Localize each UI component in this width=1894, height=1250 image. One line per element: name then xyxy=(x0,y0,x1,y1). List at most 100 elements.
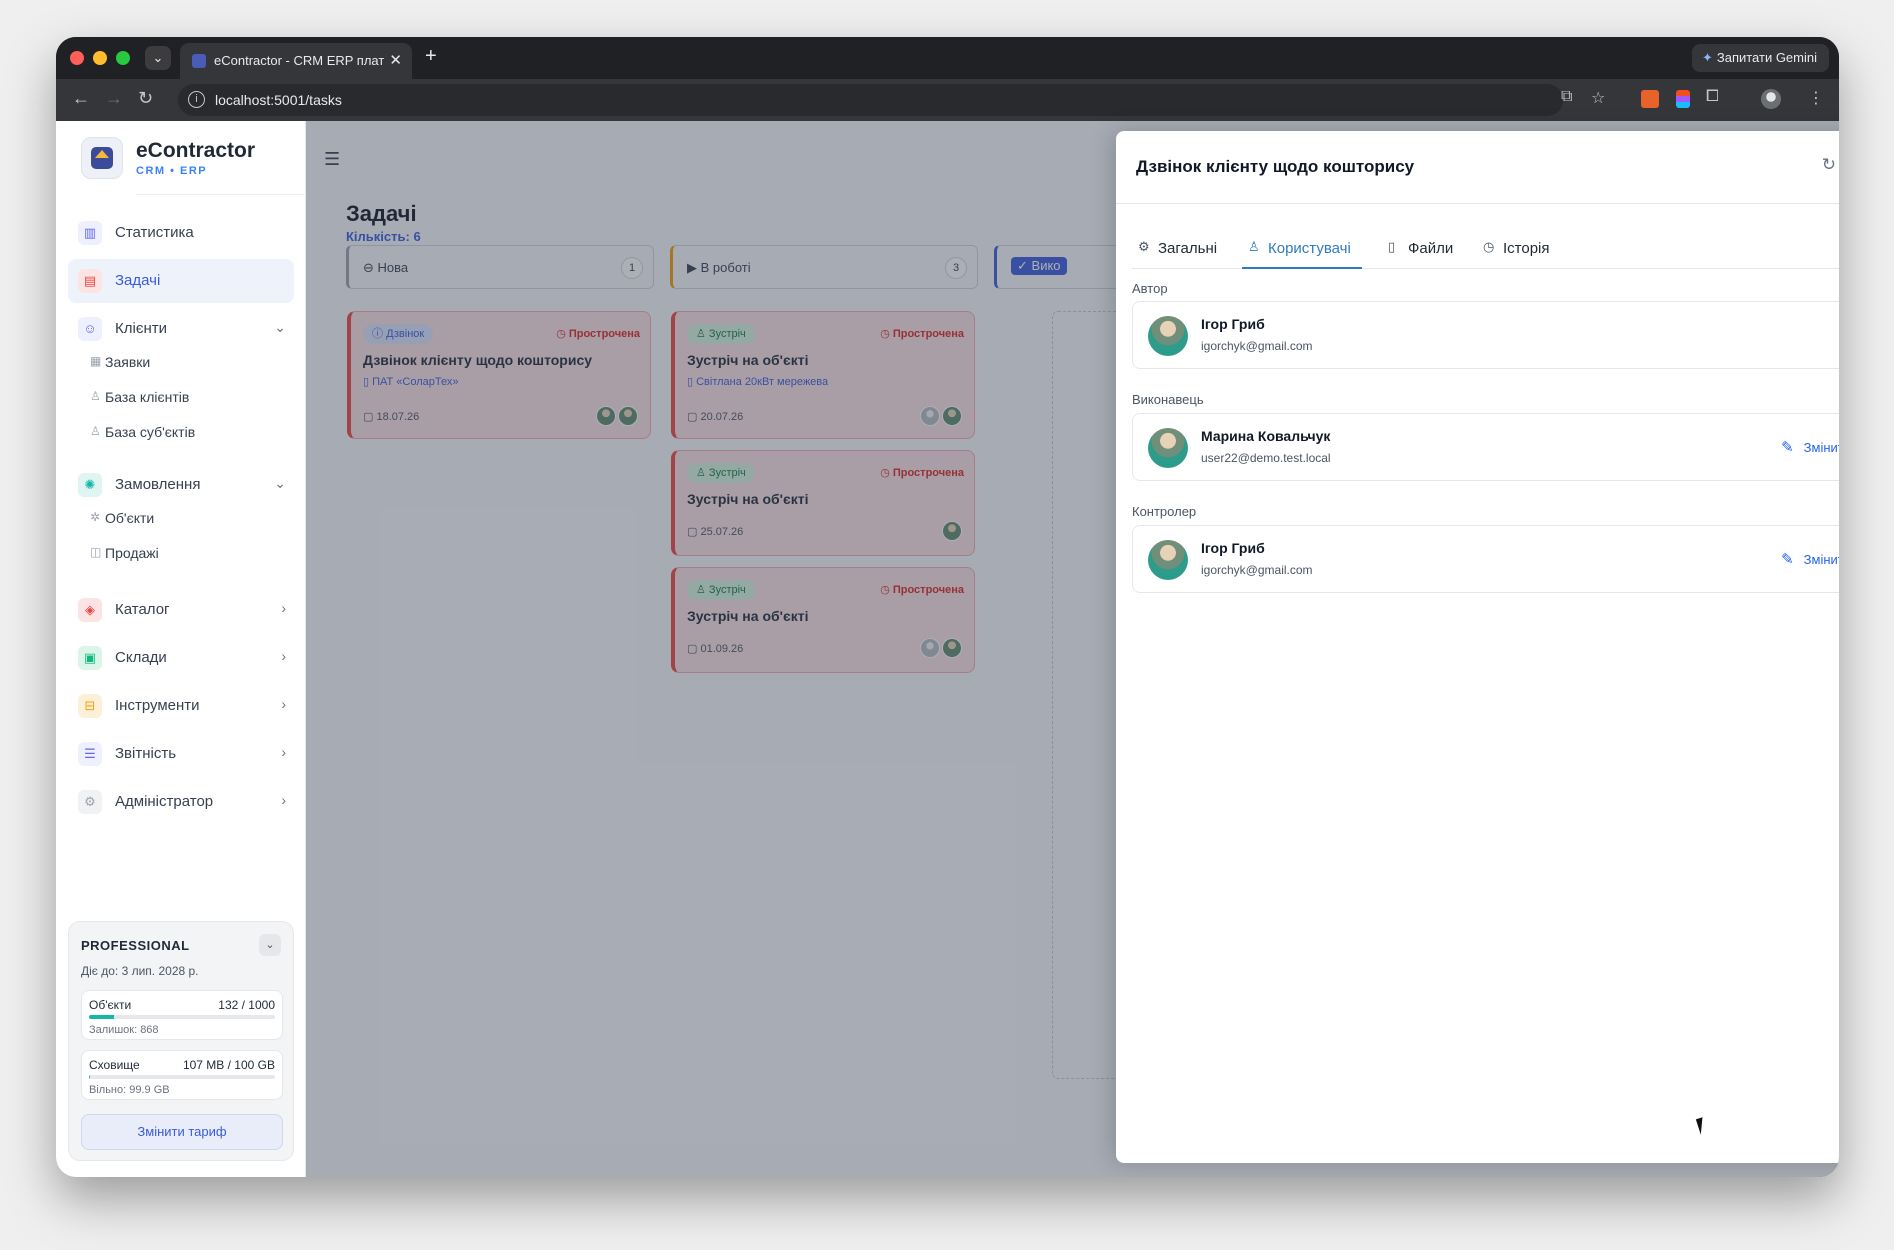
browser-window: ⌄ eContractor - CRM ERP плат… ✕ + ✦ Запит… xyxy=(56,37,1839,1177)
sidebar-item-admin[interactable]: ⚙ Адміністратор › xyxy=(68,780,294,824)
sidebar-item-label: Каталог xyxy=(115,601,170,618)
ask-gemini-label: Запитати Gemini xyxy=(1716,50,1817,65)
task-detail-drawer: Дзвінок клієнту щодо кошторису ↻ ✕ ⚙ Заг… xyxy=(1116,131,1839,1163)
gear-icon: ⚙ xyxy=(78,790,102,814)
sidebar: eContractor CRM • ERP ▥ Статистика ▤ Зад… xyxy=(56,121,306,1177)
users-icon: ☺ xyxy=(78,317,102,341)
sidebar-subitem-objects[interactable]: ✲ Об'єкти xyxy=(86,503,286,533)
gear-icon: ⚙ xyxy=(1138,239,1150,254)
sidebar-item-warehouses[interactable]: ▣ Склади › xyxy=(68,636,294,680)
profile-avatar-icon[interactable] xyxy=(1761,89,1781,109)
tab-label: Файли xyxy=(1408,240,1454,257)
chevron-right-icon: › xyxy=(281,696,286,712)
sidebar-subitem-label: База клієнтів xyxy=(105,389,190,405)
install-app-icon[interactable]: ⧉ xyxy=(1561,88,1572,106)
author-section-label: Автор xyxy=(1132,281,1168,296)
sidebar-subitem-clients-base[interactable]: ♙ База клієнтів xyxy=(86,382,286,412)
tab-label: Історія xyxy=(1503,240,1550,257)
controller-email: igorchyk@gmail.com xyxy=(1201,563,1313,577)
cube-icon: ◈ xyxy=(78,598,102,622)
app-root: eContractor CRM • ERP ▥ Статистика ▤ Зад… xyxy=(56,121,1839,1177)
browser-menu-icon[interactable]: ⋮ xyxy=(1808,88,1824,108)
extension-orange-icon[interactable] xyxy=(1641,90,1659,108)
address-url: localhost:5001/tasks xyxy=(215,92,342,108)
figma-extension-icon[interactable] xyxy=(1676,90,1690,108)
change-plan-button[interactable]: Змінити тариф xyxy=(81,1114,283,1150)
forward-arrow-icon[interactable]: → xyxy=(105,88,123,109)
tab-general[interactable]: ⚙ Загальні xyxy=(1132,227,1232,269)
chevron-right-icon: › xyxy=(281,648,286,664)
bookmark-star-icon[interactable]: ☆ xyxy=(1591,88,1605,108)
extensions-puzzle-icon[interactable]: ⧠ xyxy=(1706,88,1719,106)
sidebar-item-label: Інструменти xyxy=(115,697,200,714)
sidebar-subitem-subjects-base[interactable]: ♙ База суб'єктів xyxy=(86,417,286,447)
list-icon: ▦ xyxy=(90,354,102,368)
quota-progress-fill xyxy=(89,1015,114,1019)
sidebar-item-orders[interactable]: ✺ Замовлення ⌄ xyxy=(68,463,294,507)
quota-value: 107 MB / 100 GB xyxy=(182,1058,275,1072)
bar-chart-icon: ▥ xyxy=(78,221,102,245)
drawer-title: Дзвінок клієнту щодо кошторису xyxy=(1136,157,1415,176)
executor-card: Марина Ковальчук user22@demo.test.local … xyxy=(1132,413,1839,481)
sidebar-item-tools[interactable]: ⊟ Інструменти › xyxy=(68,684,294,728)
sidebar-item-tasks[interactable]: ▤ Задачі xyxy=(68,259,294,303)
sidebar-item-clients[interactable]: ☺ Клієнти ⌄ xyxy=(68,307,294,351)
clipboard-icon: ▤ xyxy=(78,269,102,293)
sidebar-item-label: Адміністратор xyxy=(115,793,214,810)
pencil-icon: ✎ xyxy=(1781,551,1794,568)
tab-search-chevron-icon[interactable]: ⌄ xyxy=(145,46,171,70)
sidebar-item-label: Клієнти xyxy=(115,320,168,337)
author-card: Ігор Гриб igorchyk@gmail.com xyxy=(1132,301,1839,369)
sidebar-item-statistics[interactable]: ▥ Статистика xyxy=(68,211,294,255)
browser-tab-active[interactable]: eContractor - CRM ERP плат… ✕ xyxy=(180,43,412,79)
change-label: Змінити xyxy=(1803,440,1839,455)
person-icon: ♙ xyxy=(90,424,101,438)
minimize-window-button[interactable] xyxy=(93,51,107,65)
author-email: igorchyk@gmail.com xyxy=(1201,339,1313,353)
reload-icon[interactable]: ↻ xyxy=(138,88,153,109)
brand-subtitle: CRM • ERP xyxy=(136,165,208,177)
new-tab-plus-icon[interactable]: + xyxy=(425,45,437,68)
sidebar-item-reports[interactable]: ☰ Звітність › xyxy=(68,732,294,776)
site-favicon-icon xyxy=(192,54,206,68)
tab-files[interactable]: ▯ Файли xyxy=(1382,227,1462,269)
close-tab-icon[interactable]: ✕ xyxy=(389,51,402,69)
plan-name: PROFESSIONAL xyxy=(81,938,190,953)
drawer-tabs: ⚙ Загальні ♙ Користувачі ▯ Файли ◷ Істор… xyxy=(1132,227,1839,269)
address-bar[interactable]: i localhost:5001/tasks xyxy=(178,84,1563,116)
sidebar-item-label: Замовлення xyxy=(115,476,201,493)
objects-quota: Об'єкти 132 / 1000 Залишок: 868 xyxy=(81,990,283,1040)
brand-logo-icon[interactable] xyxy=(81,137,123,179)
executor-name: Марина Ковальчук xyxy=(1201,428,1331,444)
quota-remaining: Залишок: 868 xyxy=(89,1024,159,1036)
tab-users[interactable]: ♙ Користувачі xyxy=(1242,227,1362,269)
tab-history[interactable]: ◷ Історія xyxy=(1477,227,1567,269)
storage-quota: Сховище 107 MB / 100 GB Вільно: 99.9 GB xyxy=(81,1050,283,1100)
quota-remaining: Вільно: 99.9 GB xyxy=(89,1084,170,1096)
user-icon: ♙ xyxy=(1248,239,1260,254)
browser-tab-title: eContractor - CRM ERP плат… xyxy=(214,53,384,68)
sidebar-item-catalog[interactable]: ◈ Каталог › xyxy=(68,588,294,632)
maximize-window-button[interactable] xyxy=(116,51,130,65)
chevron-right-icon: › xyxy=(281,600,286,616)
change-controller-button[interactable]: ✎ Змінити xyxy=(1781,550,1839,568)
site-info-icon[interactable]: i xyxy=(188,91,205,108)
chevron-down-icon[interactable]: ⌄ xyxy=(259,934,281,956)
history-icon: ◷ xyxy=(1483,239,1495,254)
change-executor-button[interactable]: ✎ Змінити xyxy=(1781,438,1839,456)
quota-value: 132 / 1000 xyxy=(218,998,275,1012)
quota-label: Сховище xyxy=(89,1058,140,1072)
close-window-button[interactable] xyxy=(70,51,84,65)
tab-label: Користувачі xyxy=(1268,240,1351,257)
back-arrow-icon[interactable]: ← xyxy=(72,88,90,109)
gear-icon: ✲ xyxy=(90,510,101,524)
sidebar-subitem-sales[interactable]: ◫ Продажі xyxy=(86,538,286,568)
chevron-down-icon: ⌄ xyxy=(274,319,286,335)
subscription-plan-card: PROFESSIONAL ⌄ Діє до: 3 лип. 2028 р. Об… xyxy=(68,921,294,1161)
avatar xyxy=(1148,540,1188,580)
ask-gemini-button[interactable]: ✦ Запитати Gemini xyxy=(1691,44,1829,72)
refresh-icon[interactable]: ↻ xyxy=(1822,155,1836,175)
sidebar-subitem-requests[interactable]: ▦ Заявки xyxy=(86,347,286,377)
brand-title: eContractor xyxy=(136,139,256,162)
controller-name: Ігор Гриб xyxy=(1201,540,1265,556)
